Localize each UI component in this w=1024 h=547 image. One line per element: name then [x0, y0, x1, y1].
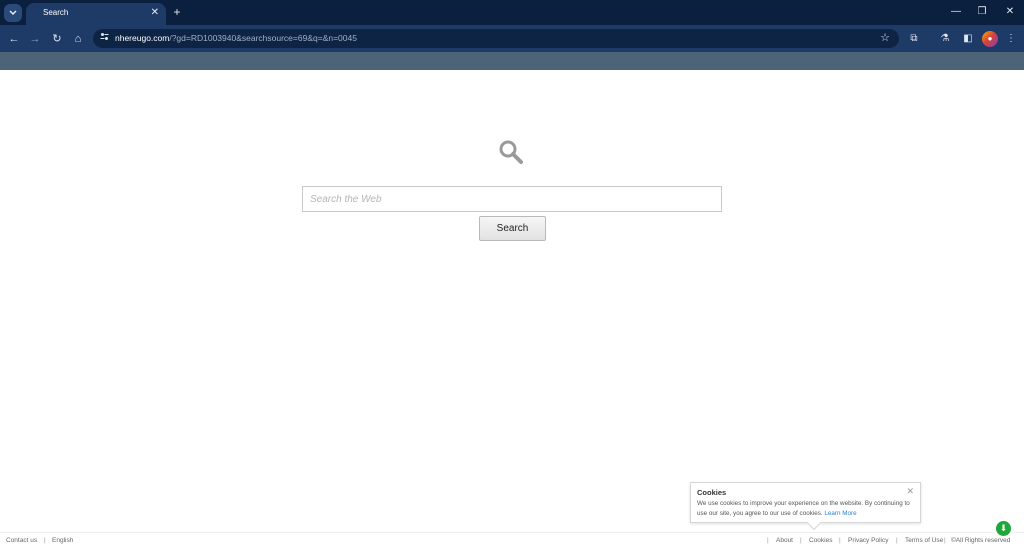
footer-about-link[interactable]: About — [776, 537, 793, 544]
bookmark-star-icon[interactable]: ☆ — [880, 31, 890, 46]
magnifier-icon — [499, 140, 523, 164]
page-content: Search Cookies ✕ We use cookies to impro… — [0, 70, 1024, 547]
footer-privacy-link[interactable]: Privacy Policy — [848, 537, 888, 544]
footer-terms-link[interactable]: Terms of Use — [905, 537, 943, 544]
address-bar[interactable]: nhereugo.com/?gd=RD1003940&searchsource=… — [93, 29, 899, 48]
cookie-close-icon[interactable]: ✕ — [906, 486, 914, 497]
minimize-icon[interactable]: — — [946, 4, 966, 20]
cookie-text: We use cookies to improve your experienc… — [697, 499, 915, 518]
download-arrow-icon[interactable]: ⬇ — [996, 521, 1011, 536]
footer-separator: | — [944, 537, 946, 544]
cookie-message: We use cookies to improve your experienc… — [697, 500, 910, 517]
home-icon[interactable]: ⌂ — [70, 31, 86, 47]
new-tab-plus-icon[interactable]: + — [170, 4, 184, 20]
reload-icon[interactable]: ↻ — [49, 31, 65, 47]
url-text: nhereugo.com/?gd=RD1003940&searchsource=… — [115, 33, 357, 43]
tune-icon — [100, 33, 109, 40]
side-panel-icon[interactable]: ◧ — [960, 31, 976, 47]
bookmark-bar — [0, 52, 1024, 70]
footer-cookies-link[interactable]: Cookies — [809, 537, 832, 544]
chevron-down-icon — [9, 10, 17, 16]
labs-flask-icon[interactable]: ⚗ — [937, 31, 953, 47]
cookie-title: Cookies — [697, 488, 727, 497]
forward-arrow-icon[interactable]: → — [27, 31, 43, 47]
menu-kebab-icon[interactable]: ⋮ — [1003, 31, 1019, 47]
footer-contact-link[interactable]: Contact us — [6, 537, 37, 544]
footer-separator: | — [839, 537, 841, 544]
profile-avatar-icon[interactable]: ● — [982, 31, 998, 47]
footer-separator: | — [896, 537, 898, 544]
url-path: /?gd=RD1003940&searchsource=69&q=&n=0045 — [169, 33, 357, 43]
cookie-notice: Cookies ✕ We use cookies to improve your… — [690, 482, 921, 531]
tab-search-menu-button[interactable] — [4, 4, 22, 22]
url-host: nhereugo.com — [115, 33, 170, 43]
tab-title: Search — [43, 8, 69, 17]
extensions-icon[interactable]: ⧉ — [906, 31, 922, 47]
footer-language-link[interactable]: English — [52, 537, 73, 544]
footer-separator: | — [800, 537, 802, 544]
tab-close-icon[interactable]: ✕ — [151, 7, 159, 19]
window-close-icon[interactable]: ✕ — [1000, 4, 1020, 20]
site-info-icon[interactable] — [97, 31, 112, 46]
restore-icon[interactable]: ❐ — [972, 4, 992, 20]
search-button[interactable]: Search — [479, 216, 546, 241]
back-arrow-icon[interactable]: ← — [6, 31, 22, 47]
footer-separator: | — [44, 537, 46, 544]
search-input[interactable] — [302, 186, 722, 212]
cookie-learn-more-link[interactable]: Learn More — [824, 510, 856, 517]
footer: Contact us | English | About | Cookies |… — [0, 532, 1024, 547]
footer-separator: | — [767, 537, 769, 544]
footer-rights-text: ©All Rights reserved — [951, 537, 1011, 544]
browser-toolbar: ← → ↻ ⌂ nhereugo.com/?gd=RD1003940&searc… — [0, 25, 1024, 52]
tab-search[interactable]: Search ✕ — [26, 3, 166, 25]
cookie-pointer — [806, 515, 822, 531]
tab-strip: Search ✕ + — ❐ ✕ — [0, 0, 1024, 25]
